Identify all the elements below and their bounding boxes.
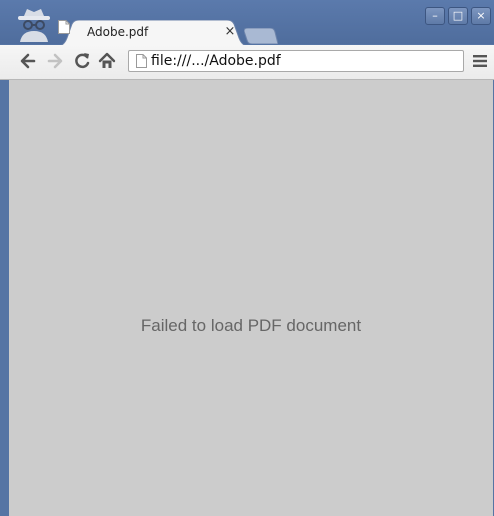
toolbar: file:///.../Adobe.pdf	[0, 45, 494, 80]
address-bar[interactable]: file:///.../Adobe.pdf	[128, 50, 464, 72]
maximize-button[interactable]: □	[448, 7, 468, 25]
new-tab-button[interactable]	[244, 28, 278, 44]
tab-title: Adobe.pdf	[87, 25, 149, 39]
title-bar[interactable]: Adobe.pdf × – □ ×	[0, 0, 494, 46]
pdf-viewer-area: Failed to load PDF document	[9, 80, 493, 516]
back-arrow-icon[interactable]	[18, 51, 38, 71]
url-text: file:///.../Adobe.pdf	[151, 53, 281, 69]
minimize-button[interactable]: –	[425, 7, 445, 25]
incognito-icon	[18, 9, 50, 42]
forward-arrow-icon[interactable]	[45, 51, 65, 71]
page-icon	[58, 20, 70, 34]
error-message: Failed to load PDF document	[140, 316, 362, 335]
page-icon	[136, 54, 147, 68]
reload-icon[interactable]	[72, 51, 92, 71]
home-icon[interactable]	[97, 51, 117, 71]
close-window-button[interactable]: ×	[471, 7, 491, 25]
tab-close-icon[interactable]: ×	[223, 24, 237, 40]
tab-adobe-pdf[interactable]: Adobe.pdf ×	[58, 20, 248, 46]
hamburger-menu-icon[interactable]	[470, 51, 490, 71]
browser-window: Adobe.pdf × – □ × file:///.../Adobe.pdf …	[0, 0, 494, 516]
